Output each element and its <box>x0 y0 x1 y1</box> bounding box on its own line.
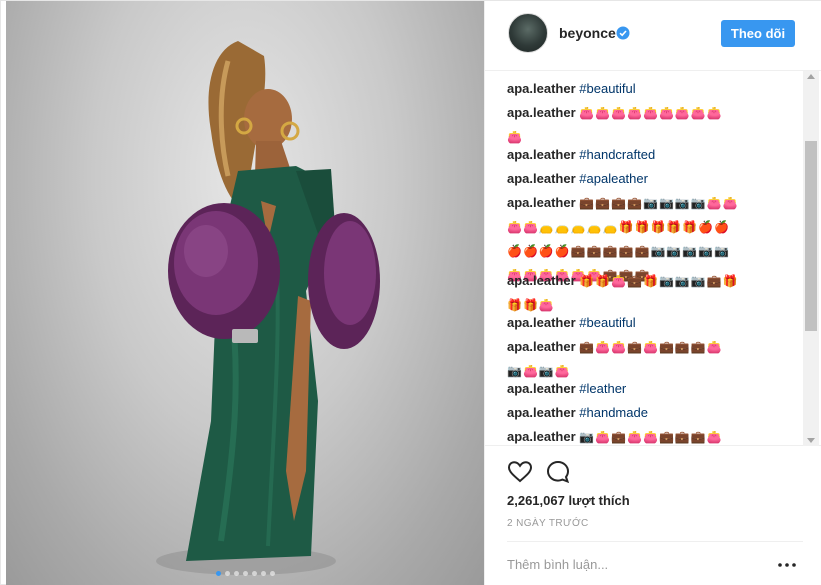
comment-text: 📷👛💼👛👛💼💼💼👛 <box>579 430 723 444</box>
comment-username[interactable]: apa.leather <box>507 273 576 288</box>
scroll-thumb[interactable] <box>805 141 817 331</box>
comment-text: 💼💼💼💼📷📷📷📷👛👛 <box>579 196 739 210</box>
verified-badge-icon <box>616 26 630 40</box>
comment-username[interactable]: apa.leather <box>507 429 576 444</box>
comment-hashtag[interactable]: #leather <box>579 381 626 396</box>
avatar[interactable] <box>508 13 548 53</box>
comment-text: 📷👛📷👛 <box>507 364 571 378</box>
carousel-dot[interactable] <box>233 571 239 576</box>
photo-illustration <box>156 41 380 575</box>
comment-text: 🍎🍎🍎🍎💼💼💼💼💼📷📷📷📷📷 <box>507 244 731 258</box>
post-timestamp[interactable]: 2 NGÀY TRƯỚC <box>507 518 589 529</box>
comment-item: apa.leather #handmade <box>507 401 787 425</box>
comment-username[interactable]: apa.leather <box>507 381 576 396</box>
post-modal: beyonce Theo dõi apa.leather #beautiful … <box>0 0 821 585</box>
comment-text: 👛👛👝👝👝👝👝🎁🎁🎁🎁🎁🍎🍎 <box>507 220 731 234</box>
comment-username[interactable]: apa.leather <box>507 339 576 354</box>
comment-item: apa.leather #apaleather <box>507 167 787 191</box>
comment-hashtag[interactable]: #beautiful <box>579 81 635 96</box>
comment-username[interactable]: apa.leather <box>507 315 576 330</box>
comment-item: apa.leather 💼👛👛💼👛💼💼💼👛 📷👛📷👛 <box>507 335 787 383</box>
post-photo[interactable] <box>6 1 484 585</box>
comment-hashtag[interactable]: #apaleather <box>579 171 648 186</box>
carousel-dot[interactable] <box>215 571 221 576</box>
comment-username[interactable]: apa.leather <box>507 147 576 162</box>
carousel-dot[interactable] <box>269 571 275 576</box>
scroll-down-icon[interactable] <box>807 438 815 443</box>
comment-text: 👛👛👛👛👛👛👛👛👛 <box>579 106 723 120</box>
comment-hashtag[interactable]: #handcrafted <box>579 147 655 162</box>
carousel-dot[interactable] <box>242 571 248 576</box>
action-bar <box>507 459 807 485</box>
comment-username[interactable]: apa.leather <box>507 405 576 420</box>
comment-item: apa.leather #beautiful <box>507 77 787 101</box>
more-options-icon[interactable] <box>775 557 799 573</box>
divider <box>507 541 803 542</box>
carousel-dot[interactable] <box>251 571 257 576</box>
comment-username[interactable]: apa.leather <box>507 195 576 210</box>
comment-item: apa.leather 📷👛💼👛👛💼💼💼👛 <box>507 425 787 445</box>
comment-item: apa.leather 🎁🎁👛💼🎁📷📷📷💼🎁 🎁🎁👛 <box>507 269 787 317</box>
post-header: beyonce Theo dõi <box>485 1 821 71</box>
comment-text: 💼👛👛💼👛💼💼💼👛 <box>579 340 723 354</box>
comment-item: apa.leather #handcrafted <box>507 143 787 167</box>
carousel-dot[interactable] <box>260 571 266 576</box>
carousel-dot[interactable] <box>224 571 230 576</box>
comment-text: 🎁🎁👛 <box>507 298 555 312</box>
comment-username[interactable]: apa.leather <box>507 81 576 96</box>
heart-icon[interactable] <box>507 459 533 485</box>
post-side-panel: beyonce Theo dõi apa.leather #beautiful … <box>484 1 821 585</box>
scroll-up-icon[interactable] <box>807 74 815 79</box>
username-link[interactable]: beyonce <box>559 25 616 41</box>
comment-hashtag[interactable]: #handmade <box>579 405 648 420</box>
comment-hashtag[interactable]: #beautiful <box>579 315 635 330</box>
comment-item: apa.leather #beautiful <box>507 311 787 335</box>
comment-list[interactable]: apa.leather #beautiful apa.leather 👛👛👛👛👛… <box>485 71 821 446</box>
comment-username[interactable]: apa.leather <box>507 105 576 120</box>
comment-icon[interactable] <box>545 459 571 485</box>
comment-text: 👛 <box>507 130 523 144</box>
carousel-indicator[interactable] <box>6 571 484 576</box>
like-count[interactable]: 2,261,067 lượt thích <box>507 493 630 508</box>
follow-button[interactable]: Theo dõi <box>721 20 795 47</box>
add-comment-input[interactable] <box>507 554 757 574</box>
comment-username[interactable]: apa.leather <box>507 171 576 186</box>
comment-text: 🎁🎁👛💼🎁📷📷📷💼🎁 <box>579 274 739 288</box>
comment-scrollbar[interactable] <box>803 71 819 446</box>
comment-item: apa.leather 👛👛👛👛👛👛👛👛👛 👛 <box>507 101 787 149</box>
comment-item: apa.leather #leather <box>507 377 787 401</box>
